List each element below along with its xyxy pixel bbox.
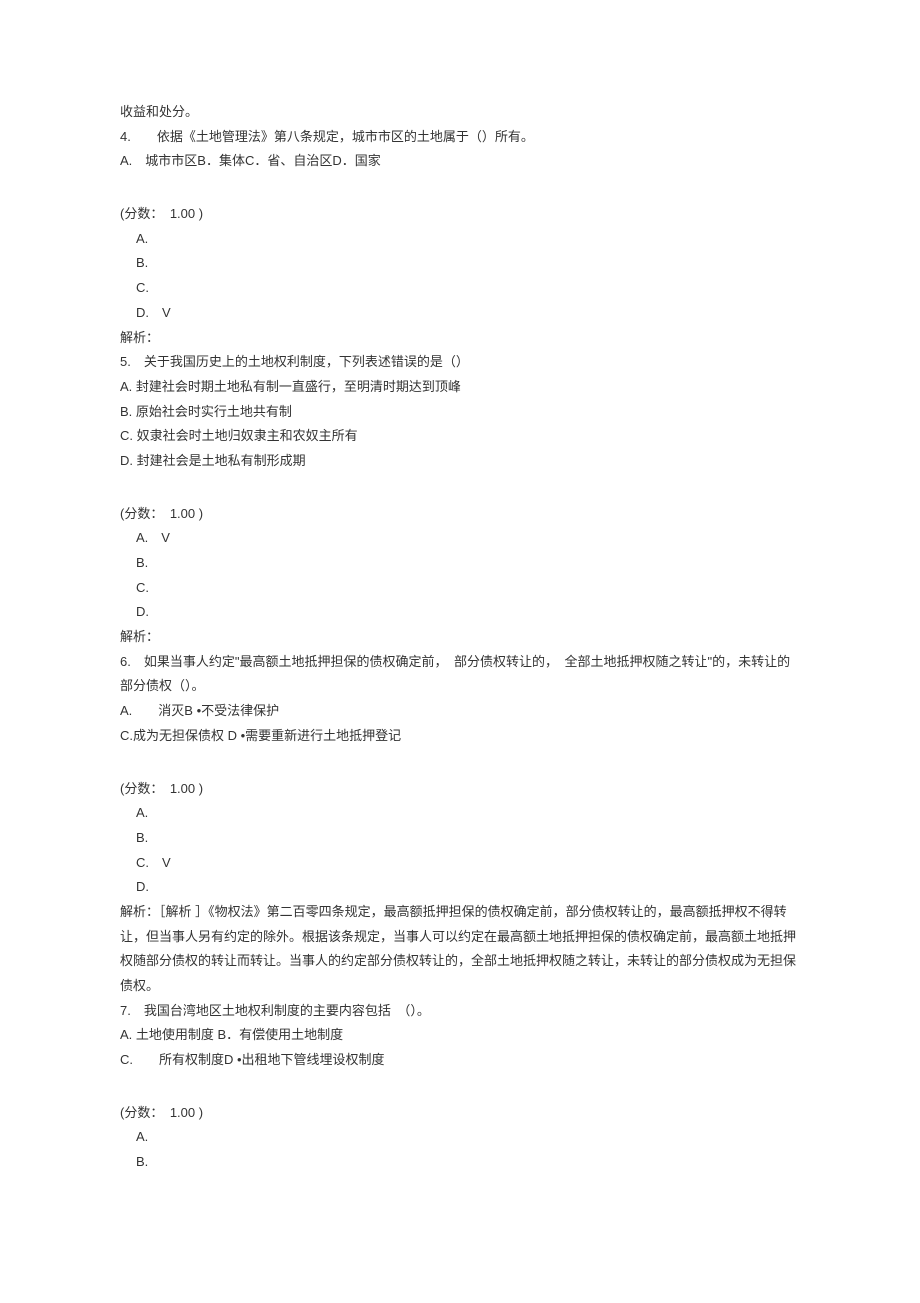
q4-text: 依据《土地管理法》第八条规定，城市市区的土地属于（）所有。 (157, 129, 534, 144)
q4-answer-b: B. (120, 251, 800, 276)
q5-option-c: C. 奴隶社会时土地归奴隶主和农奴主所有 (120, 424, 800, 449)
q7-num: 7. (120, 1003, 131, 1018)
q5-text: 关于我国历史上的土地权利制度，下列表述错误的是（） (144, 354, 469, 369)
q7-answer-a: A. (120, 1125, 800, 1150)
q4-explain: 解析： (120, 326, 800, 351)
q6-question: 6. 如果当事人约定"最高额土地抵押担保的债权确定前， 部分债权转让的， 全部土… (120, 650, 800, 699)
q5-answer-d: D. (120, 600, 800, 625)
q4-score: (分数： 1.00 ) (120, 202, 800, 227)
q5-answer-a: A. V (120, 526, 800, 551)
q7-options-line2: C. 所有权制度D •出租地下管线埋设权制度 (120, 1048, 800, 1073)
q6-answer-d: D. (120, 875, 800, 900)
q5-answer-b: B. (120, 551, 800, 576)
q7-question: 7. 我国台湾地区土地权利制度的主要内容包括 （）。 (120, 999, 800, 1024)
q4-answer-a: A. (120, 227, 800, 252)
q6-num: 6. (120, 654, 131, 669)
q5-explain: 解析： (120, 625, 800, 650)
q5-score: (分数： 1.00 ) (120, 502, 800, 527)
q5-question: 5. 关于我国历史上的土地权利制度，下列表述错误的是（） (120, 350, 800, 375)
q6-options-line2: C.成为无担保债权 D •需要重新进行土地抵押登记 (120, 724, 800, 749)
intro-text: 收益和处分。 (120, 100, 800, 125)
q5-num: 5. (120, 354, 131, 369)
q7-answer-b: B. (120, 1150, 800, 1175)
q4-answer-d: D. V (120, 301, 800, 326)
q5-option-b: B. 原始社会时实行土地共有制 (120, 400, 800, 425)
q6-options-line1: A. 消灭B •不受法律保护 (120, 699, 800, 724)
q6-answer-c: C. V (120, 851, 800, 876)
q6-answer-b: B. (120, 826, 800, 851)
q7-score: (分数： 1.00 ) (120, 1101, 800, 1126)
q5-option-d: D. 封建社会是土地私有制形成期 (120, 449, 800, 474)
q6-answer-a: A. (120, 801, 800, 826)
q6-score: (分数： 1.00 ) (120, 777, 800, 802)
q4-answer-c: C. (120, 276, 800, 301)
q4-num: 4. (120, 129, 131, 144)
q6-explain: 解析：［解析 ］《物权法》第二百零四条规定，最高额抵押担保的债权确定前，部分债权… (120, 900, 800, 999)
q5-answer-c: C. (120, 576, 800, 601)
q7-text: 我国台湾地区土地权利制度的主要内容包括 （）。 (144, 1003, 430, 1018)
q4-question: 4. 依据《土地管理法》第八条规定，城市市区的土地属于（）所有。 (120, 125, 800, 150)
q5-option-a: A. 封建社会时期土地私有制一直盛行，至明清时期达到顶峰 (120, 375, 800, 400)
q6-text: 如果当事人约定"最高额土地抵押担保的债权确定前， 部分债权转让的， 全部土地抵押… (120, 654, 790, 694)
q4-options: A. 城市市区B．集体C．省、自治区D．国家 (120, 149, 800, 174)
q7-options-line1: A. 土地使用制度 B．有偿使用土地制度 (120, 1023, 800, 1048)
